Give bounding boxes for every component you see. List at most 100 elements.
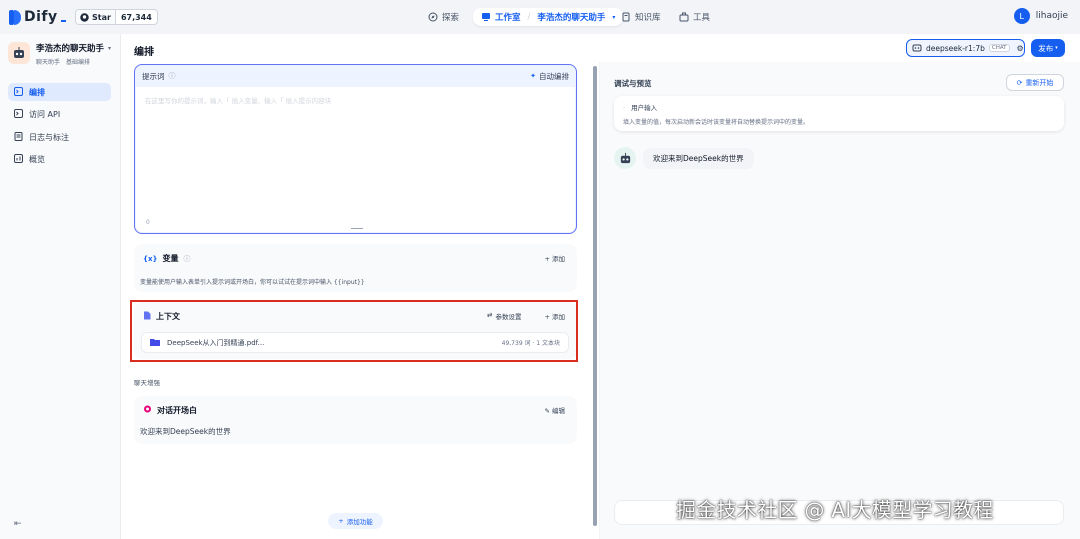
prompt-label: 提示词 [142, 71, 165, 81]
app-type: 聊天助手 [36, 59, 61, 66]
terminal-window-icon [14, 108, 23, 120]
sidebar-item-logs[interactable]: 日志与标注 [8, 128, 111, 146]
dify-logo-icon [9, 9, 21, 25]
sparkle-icon: ✦ [530, 72, 536, 80]
prompt-char-count: 0 [146, 219, 150, 226]
context-highlight-box [130, 300, 578, 362]
chevron-down-icon: ▾ [612, 13, 616, 21]
nav-studio-label: 工作室 [495, 13, 521, 23]
add-feature-label: 添加功能 [346, 518, 373, 526]
opener-text: 欢迎来到DeepSeek的世界 [140, 427, 231, 436]
dify-logo[interactable]: Dify [9, 9, 66, 25]
nav-explore[interactable]: 探索 [428, 9, 459, 25]
current-app-label[interactable]: 李浩杰的聊天助手 [537, 11, 605, 23]
chart-icon [14, 153, 23, 165]
model-selector-button[interactable]: deepseek-r1:7b CHAT ⚙ [906, 39, 1025, 57]
debug-title: 调试与预览 [614, 79, 652, 88]
edit-opener-button[interactable]: ✎ 编辑 [544, 405, 565, 415]
collapse-sidebar-icon[interactable]: ⇤ [14, 519, 22, 529]
chevron-right-icon: · [623, 104, 626, 112]
resize-handle[interactable] [351, 228, 363, 229]
bot-message: 欢迎来到DeepSeek的世界 [643, 148, 754, 169]
opener-title: 对话开场白 [157, 406, 197, 415]
github-star-label: Star [92, 12, 111, 22]
nav-studio[interactable]: 工作室 / 李浩杰的聊天助手 ▾ [473, 8, 624, 26]
restart-label: 重新开始 [1025, 78, 1054, 87]
sidebar-item-label: 概览 [29, 154, 45, 164]
toolbox-icon [679, 12, 689, 22]
help-circle-icon[interactable]: ⓘ [183, 254, 190, 264]
message-bubble-icon [143, 405, 152, 416]
nav-knowledge[interactable]: 知识库 [621, 9, 661, 25]
app-mode: 基础编排 [65, 59, 90, 66]
variable-icon: {x} [143, 254, 158, 263]
sidebar-item-label: 编排 [29, 87, 45, 97]
app-selector[interactable]: 李浩杰的聊天助手 ▾ 聊天助手 基础编排 [8, 42, 111, 66]
terminal-icon [14, 86, 23, 98]
prompt-editor: 提示词 ⓘ ✦ 自动编排 在这里写你的提示词，输入「 插入变量、输入「 插入提示… [134, 64, 577, 234]
edit-opener-label: 编辑 [552, 407, 565, 415]
user-input-card: · 用户输入 填入变量的值，每次启动新会话时该变量将自动替换提示词中的变量。 [614, 96, 1064, 131]
refresh-icon: ⟳ [1016, 78, 1023, 87]
sidebar-item-label: 访问 API [29, 109, 61, 119]
bot-avatar-icon [614, 147, 636, 169]
user-input-title: 用户输入 [631, 104, 658, 112]
scrollbar[interactable] [593, 66, 597, 526]
add-variable-button[interactable]: + 添加 [544, 253, 565, 263]
variables-description: 变量能使用户输入表单引入提示词或开场白，你可以试试在提示词中输入 {{input… [140, 279, 365, 286]
github-star-count: 67,344 [120, 12, 152, 22]
app-meta: 聊天助手 基础编排 [36, 57, 111, 66]
model-name: deepseek-r1:7b [926, 43, 985, 53]
plus-icon: + [338, 517, 344, 525]
auto-orchestrate-label: 自动编排 [539, 71, 569, 81]
prompt-textarea[interactable]: 在这里写你的提示词，输入「 插入变量、输入「 插入提示内容块 0 [136, 87, 575, 232]
variables-card: {x} 变量 ⓘ + 添加 变量能使用户输入表单引入提示词或开场白，你可以试试在… [134, 244, 577, 292]
brand-underscore [60, 20, 66, 22]
brand-name: Dify [24, 9, 58, 25]
github-star-button[interactable]: Star 67,344 [75, 9, 158, 25]
file-list-icon [14, 131, 23, 143]
sidebar-item-label: 日志与标注 [29, 132, 69, 142]
username: lihaojie [1035, 11, 1068, 21]
sidebar-item-overview[interactable]: 概览 [8, 150, 111, 168]
model-mode-badge: CHAT [988, 44, 1010, 52]
book-icon [621, 12, 631, 22]
sidebar-item-orchestrate[interactable]: 编排 [8, 83, 111, 101]
watermark: 掘金技术社区 @ AI大模型学习教程 [676, 498, 994, 522]
chat-enhance-label: 聊天增强 [134, 379, 160, 387]
auto-orchestrate-button[interactable]: ✦ 自动编排 [530, 71, 569, 82]
page-title: 编排 [134, 47, 154, 58]
pencil-icon: ✎ [544, 407, 550, 415]
settings-sliders-icon: ⚙ [1016, 43, 1024, 53]
model-robot-icon [912, 42, 922, 54]
studio-icon [481, 12, 491, 22]
publish-button[interactable]: 发布 ▾ [1031, 39, 1065, 57]
sidebar: 李浩杰的聊天助手 ▾ 聊天助手 基础编排 编排 访问 API 日志与标注 概览 … [0, 34, 121, 539]
nav-explore-label: 探索 [442, 13, 460, 23]
avatar: L [1013, 8, 1030, 24]
add-feature-button[interactable]: + 添加功能 [328, 513, 383, 529]
robot-icon [8, 42, 30, 64]
restart-button[interactable]: ⟳ 重新开始 [1006, 74, 1064, 91]
user-menu[interactable]: L lihaojie [1013, 8, 1068, 24]
top-bar: Dify Star 67,344 探索 工作室 / 李浩杰的聊天助手 ▾ 知识库 [0, 0, 1080, 34]
user-input-desc: 填入变量的值，每次启动新会话时该变量将自动替换提示词中的变量。 [623, 119, 810, 126]
plus-icon: + [544, 255, 550, 263]
chevron-down-icon: ▾ [1055, 45, 1058, 51]
prompt-placeholder: 在这里写你的提示词，输入「 插入变量、输入「 插入提示内容块 [145, 97, 332, 105]
add-variable-label: 添加 [552, 255, 565, 263]
compass-icon [428, 12, 438, 22]
publish-label: 发布 [1038, 43, 1054, 53]
user-input-header[interactable]: · 用户输入 [623, 102, 657, 112]
opener-card: 对话开场白 ✎ 编辑 欢迎来到DeepSeek的世界 [134, 396, 577, 444]
sidebar-item-api[interactable]: 访问 API [8, 105, 111, 123]
chevron-down-icon: ▾ [108, 44, 112, 52]
app-name: 李浩杰的聊天助手 [36, 44, 105, 54]
nav-tools-label: 工具 [693, 13, 711, 23]
variables-title: 变量 [162, 254, 179, 263]
help-circle-icon[interactable]: ⓘ [169, 71, 176, 81]
nav-tools[interactable]: 工具 [679, 9, 710, 25]
github-icon [80, 12, 89, 22]
nav-knowledge-label: 知识库 [635, 13, 661, 23]
debug-panel [600, 62, 1080, 539]
